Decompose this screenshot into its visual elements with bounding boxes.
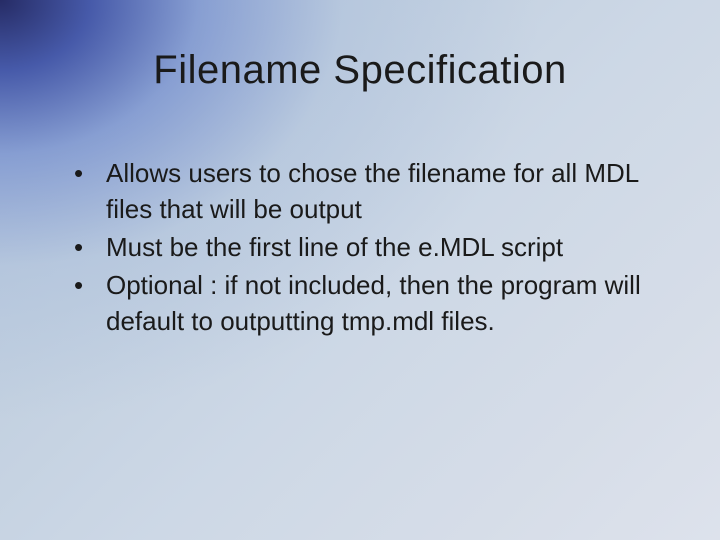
bullet-icon: • xyxy=(72,229,106,265)
list-item: • Allows users to chose the filename for… xyxy=(72,155,660,227)
slide-body: • Allows users to chose the filename for… xyxy=(72,155,660,341)
list-item: • Optional : if not included, then the p… xyxy=(72,267,660,339)
list-item: • Must be the first line of the e.MDL sc… xyxy=(72,229,660,265)
bullet-text: Allows users to chose the filename for a… xyxy=(106,155,660,227)
bullet-icon: • xyxy=(72,155,106,191)
slide: Filename Specification • Allows users to… xyxy=(0,0,720,540)
bullet-text: Must be the first line of the e.MDL scri… xyxy=(106,229,660,265)
bullet-text: Optional : if not included, then the pro… xyxy=(106,267,660,339)
bullet-icon: • xyxy=(72,267,106,303)
slide-title: Filename Specification xyxy=(0,48,720,93)
